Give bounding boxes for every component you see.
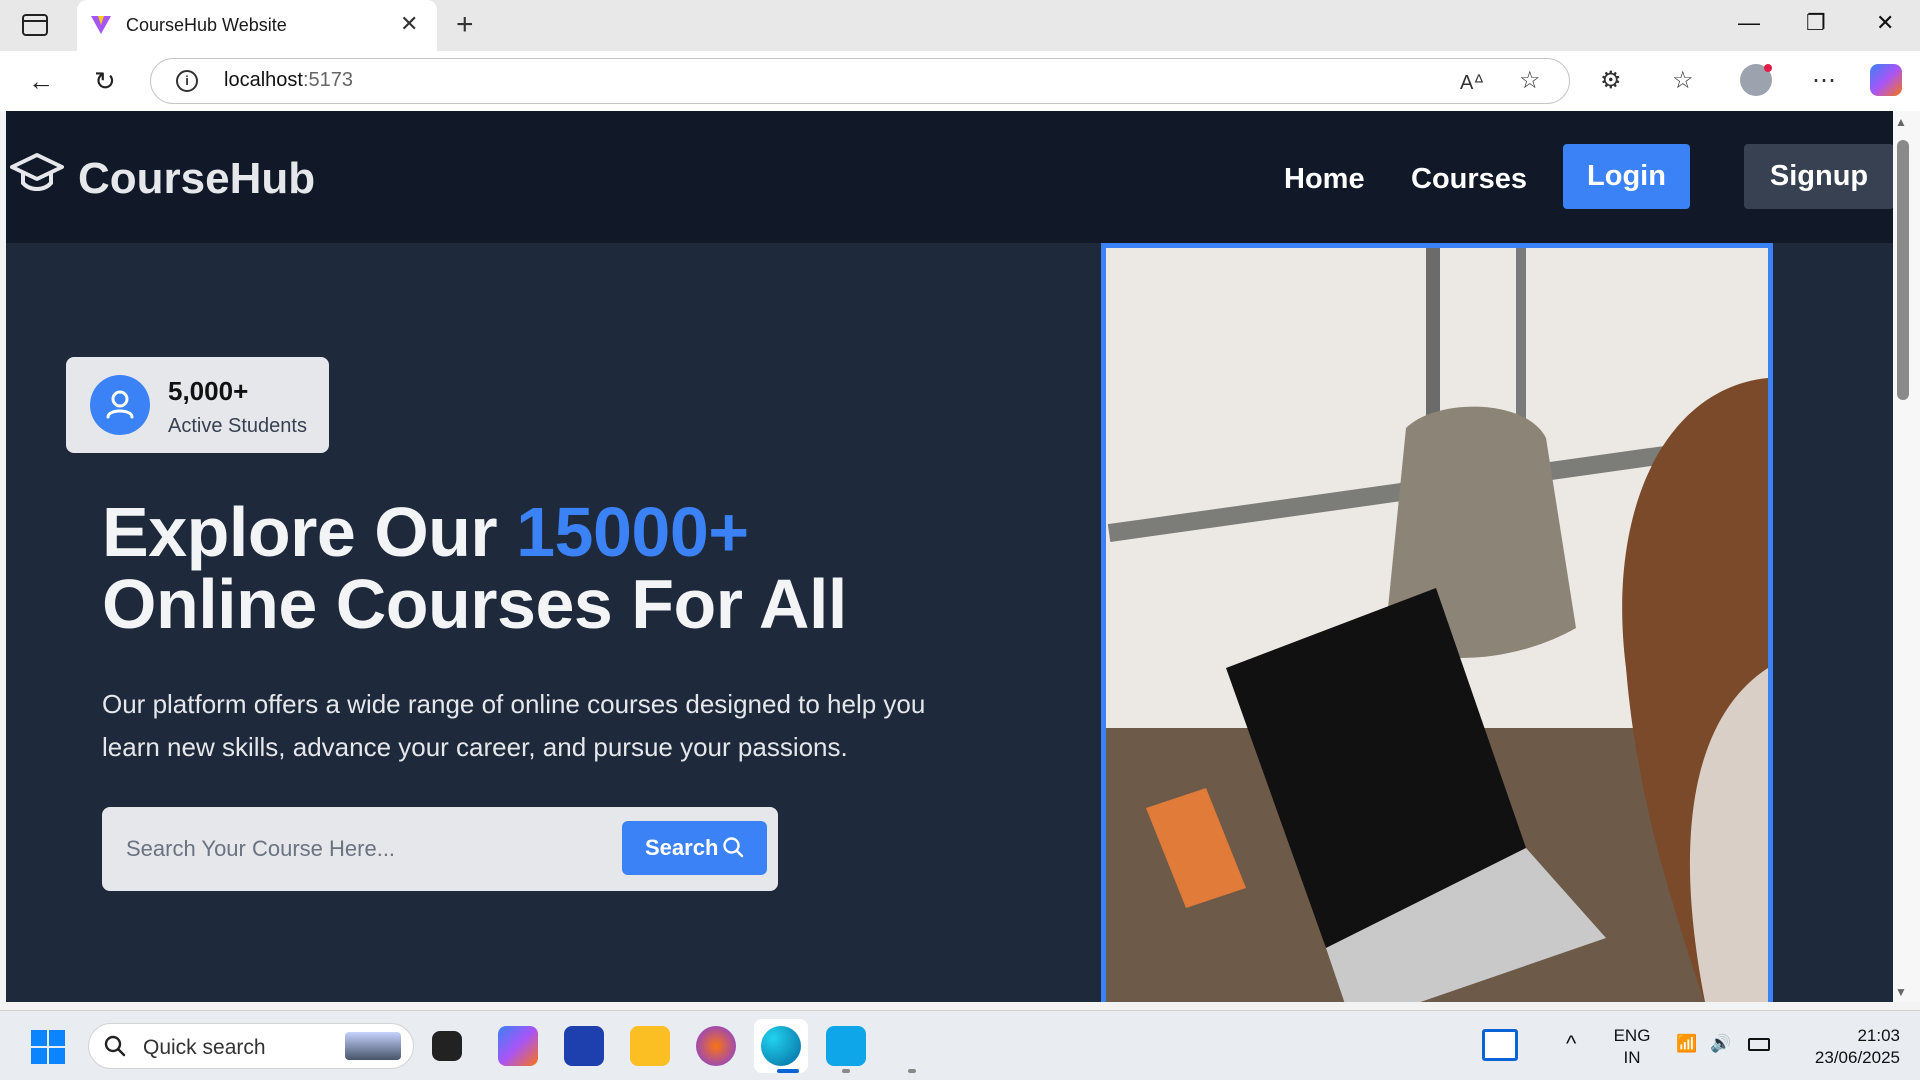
edge-running-indicator — [777, 1069, 799, 1073]
favorites-icon[interactable]: ☆ — [1672, 66, 1694, 95]
active-students-card: 5,000+ Active Students — [66, 357, 329, 453]
new-tab-button[interactable]: + — [456, 8, 474, 42]
store-icon[interactable] — [564, 1026, 604, 1066]
copilot-app-icon[interactable] — [498, 1026, 538, 1066]
search-highlight-icon — [345, 1032, 401, 1060]
edge-icon[interactable] — [761, 1026, 801, 1066]
extensions-icon[interactable]: ⚙ — [1600, 66, 1622, 95]
student-count: 5,000+ — [168, 376, 249, 406]
hero-image — [1101, 243, 1773, 1002]
clock[interactable]: 21:03 23/06/2025 — [1790, 1025, 1900, 1069]
hero-title: Explore Our 15000+ Online Courses For Al… — [102, 493, 847, 643]
profile-badge-icon — [1764, 64, 1772, 72]
restore-button[interactable]: ❐ — [1806, 10, 1826, 36]
app-running-indicator — [908, 1069, 916, 1073]
scroll-up-icon[interactable]: ▲ — [1895, 115, 1907, 129]
tab-strip: CourseHub Website ✕ + — ❐ ✕ — [0, 0, 1920, 51]
hero-title-accent: 15000+ — [516, 493, 749, 571]
course-search-box: Search — [102, 807, 778, 891]
favorite-star-icon[interactable]: ☆ — [1519, 66, 1541, 95]
graduation-cap-icon — [10, 153, 64, 191]
sidebar-toggle-icon[interactable] — [22, 14, 48, 36]
reload-icon[interactable]: ↻ — [94, 66, 116, 97]
window-close-button[interactable]: ✕ — [1876, 10, 1894, 36]
nav-home[interactable]: Home — [1284, 163, 1365, 196]
scrollbar-thumb[interactable] — [1897, 140, 1909, 400]
hero-description: Our platform offers a wide range of onli… — [102, 689, 926, 762]
course-search-input[interactable] — [126, 827, 586, 871]
scroll-down-icon[interactable]: ▼ — [1895, 985, 1907, 999]
wifi-icon[interactable]: 📶 — [1676, 1033, 1697, 1055]
back-icon[interactable]: ← — [28, 66, 54, 97]
student-label: Active Students — [168, 415, 307, 437]
address-bar[interactable] — [150, 58, 1570, 104]
taskbar-search[interactable]: Quick search — [88, 1023, 414, 1069]
vscode-icon[interactable] — [826, 1026, 866, 1066]
search-icon — [104, 1035, 126, 1057]
tab-close-icon[interactable]: ✕ — [400, 11, 418, 37]
read-aloud-icon[interactable]: Aᐞ — [1460, 70, 1484, 95]
firefox-icon[interactable] — [696, 1026, 736, 1066]
site-header: CourseHub Home Courses Login Signup — [6, 111, 1893, 243]
search-button[interactable]: Search — [622, 821, 767, 875]
task-view-icon[interactable] — [432, 1031, 462, 1061]
tray-chevron-icon[interactable]: ^ — [1566, 1033, 1576, 1055]
login-button[interactable]: Login — [1563, 144, 1690, 209]
signup-button[interactable]: Signup — [1744, 144, 1893, 209]
file-explorer-icon[interactable] — [630, 1026, 670, 1066]
taskbar-search-text: Quick search — [143, 1036, 266, 1059]
copilot-icon[interactable] — [1870, 64, 1902, 96]
vscode-running-indicator — [842, 1069, 850, 1073]
more-options-icon[interactable]: ⋯ — [1812, 66, 1836, 95]
widgets-icon[interactable] — [1482, 1029, 1518, 1061]
battery-icon[interactable] — [1748, 1038, 1770, 1051]
search-icon — [723, 837, 744, 858]
brand-logo[interactable]: CourseHub — [78, 154, 315, 204]
vite-favicon-icon — [91, 16, 111, 34]
page-viewport: CourseHub Home Courses Login Signup 5,00… — [6, 111, 1893, 1002]
site-info-icon[interactable]: i — [176, 70, 198, 92]
student-laptop-photo — [1106, 248, 1768, 1002]
language-indicator[interactable]: ENG IN — [1610, 1025, 1654, 1069]
user-icon — [90, 375, 150, 435]
nav-courses[interactable]: Courses — [1411, 163, 1527, 196]
windows-taskbar: Quick search ^ ENG IN 📶 🔊 21:03 23/06/2025 — [0, 1010, 1920, 1080]
windows-start-icon[interactable] — [30, 1029, 66, 1065]
minimize-button[interactable]: — — [1738, 10, 1760, 36]
volume-icon[interactable]: 🔊 — [1710, 1033, 1731, 1055]
tab-title: CourseHub Website — [126, 15, 287, 35]
url-text[interactable]: localhost:5173 — [224, 69, 353, 92]
